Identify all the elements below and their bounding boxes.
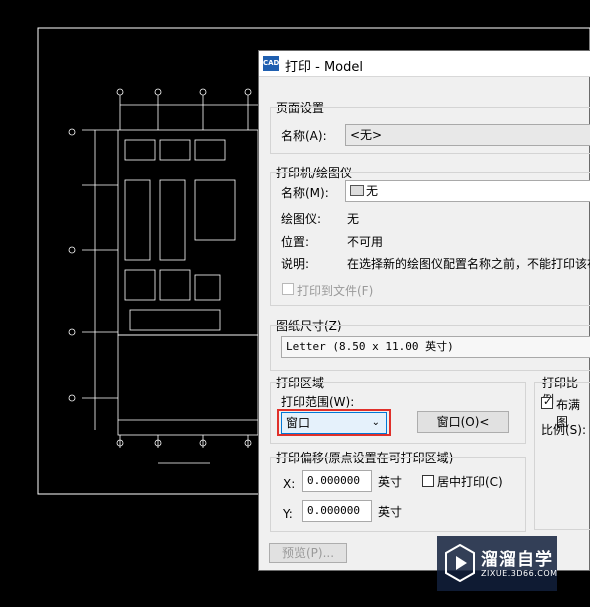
- location-value: 不可用: [347, 235, 384, 249]
- plotter-label: 绘图仪:: [281, 212, 322, 226]
- printer-icon: [350, 185, 364, 196]
- window-pick-button[interactable]: 窗口(O)<: [417, 411, 509, 433]
- description-label: 说明:: [281, 257, 310, 271]
- printer-name-value: 无: [366, 184, 379, 198]
- dialog-titlebar[interactable]: CAD 打印 - Model: [259, 51, 590, 77]
- print-to-file-label: 打印到文件(F): [297, 284, 374, 298]
- offset-y-label: Y:: [283, 507, 293, 521]
- autocad-logo-icon: CAD: [263, 56, 279, 71]
- print-range-value: 窗口: [286, 416, 311, 430]
- center-plot-label: 居中打印(C): [437, 475, 503, 489]
- checkmark-icon: ✓: [543, 395, 553, 408]
- offset-x-label: X:: [283, 477, 296, 491]
- print-range-select[interactable]: 窗口 ⌄: [281, 412, 387, 434]
- watermark: 溜溜自学 ZIXUE.3D66.COM: [437, 536, 557, 591]
- floor-plan: [68, 88, 259, 464]
- print-range-label: 打印范围(W):: [281, 395, 355, 409]
- scale-ratio-label: 比例(S):: [541, 423, 587, 437]
- print-dialog: CAD 打印 - Model 页面设置 名称(A): <无> 打印机/绘图仪 名…: [258, 50, 590, 571]
- center-plot-checkbox[interactable]: [422, 475, 434, 487]
- plotter-value: 无: [347, 212, 360, 226]
- chevron-down-icon: ⌄: [371, 417, 380, 428]
- paper-size-select[interactable]: Letter (8.50 x 11.00 英寸): [281, 336, 590, 358]
- offset-x-input[interactable]: 0.000000: [302, 470, 372, 492]
- page-setup-name-label: 名称(A):: [281, 129, 327, 143]
- watermark-url: ZIXUE.3D66.COM: [481, 569, 558, 578]
- preview-button[interactable]: 预览(P)...: [269, 543, 347, 563]
- play-logo-icon: [445, 544, 475, 582]
- fit-to-paper-checkbox[interactable]: ✓: [541, 395, 553, 409]
- page-setup-name-select[interactable]: <无>: [345, 124, 590, 146]
- location-label: 位置:: [281, 235, 310, 249]
- printer-name-label: 名称(M):: [281, 186, 329, 200]
- dialog-title: 打印 - Model: [285, 60, 363, 75]
- offset-y-input[interactable]: 0.000000: [302, 500, 372, 522]
- print-to-file-checkbox[interactable]: [282, 283, 294, 295]
- printer-name-select[interactable]: 无: [345, 180, 590, 202]
- description-value: 在选择新的绘图仪配置名称之前，不能打印该布: [347, 257, 590, 271]
- watermark-brand: 溜溜自学: [481, 550, 553, 570]
- offset-y-unit: 英寸: [378, 505, 403, 519]
- offset-x-unit: 英寸: [378, 475, 403, 489]
